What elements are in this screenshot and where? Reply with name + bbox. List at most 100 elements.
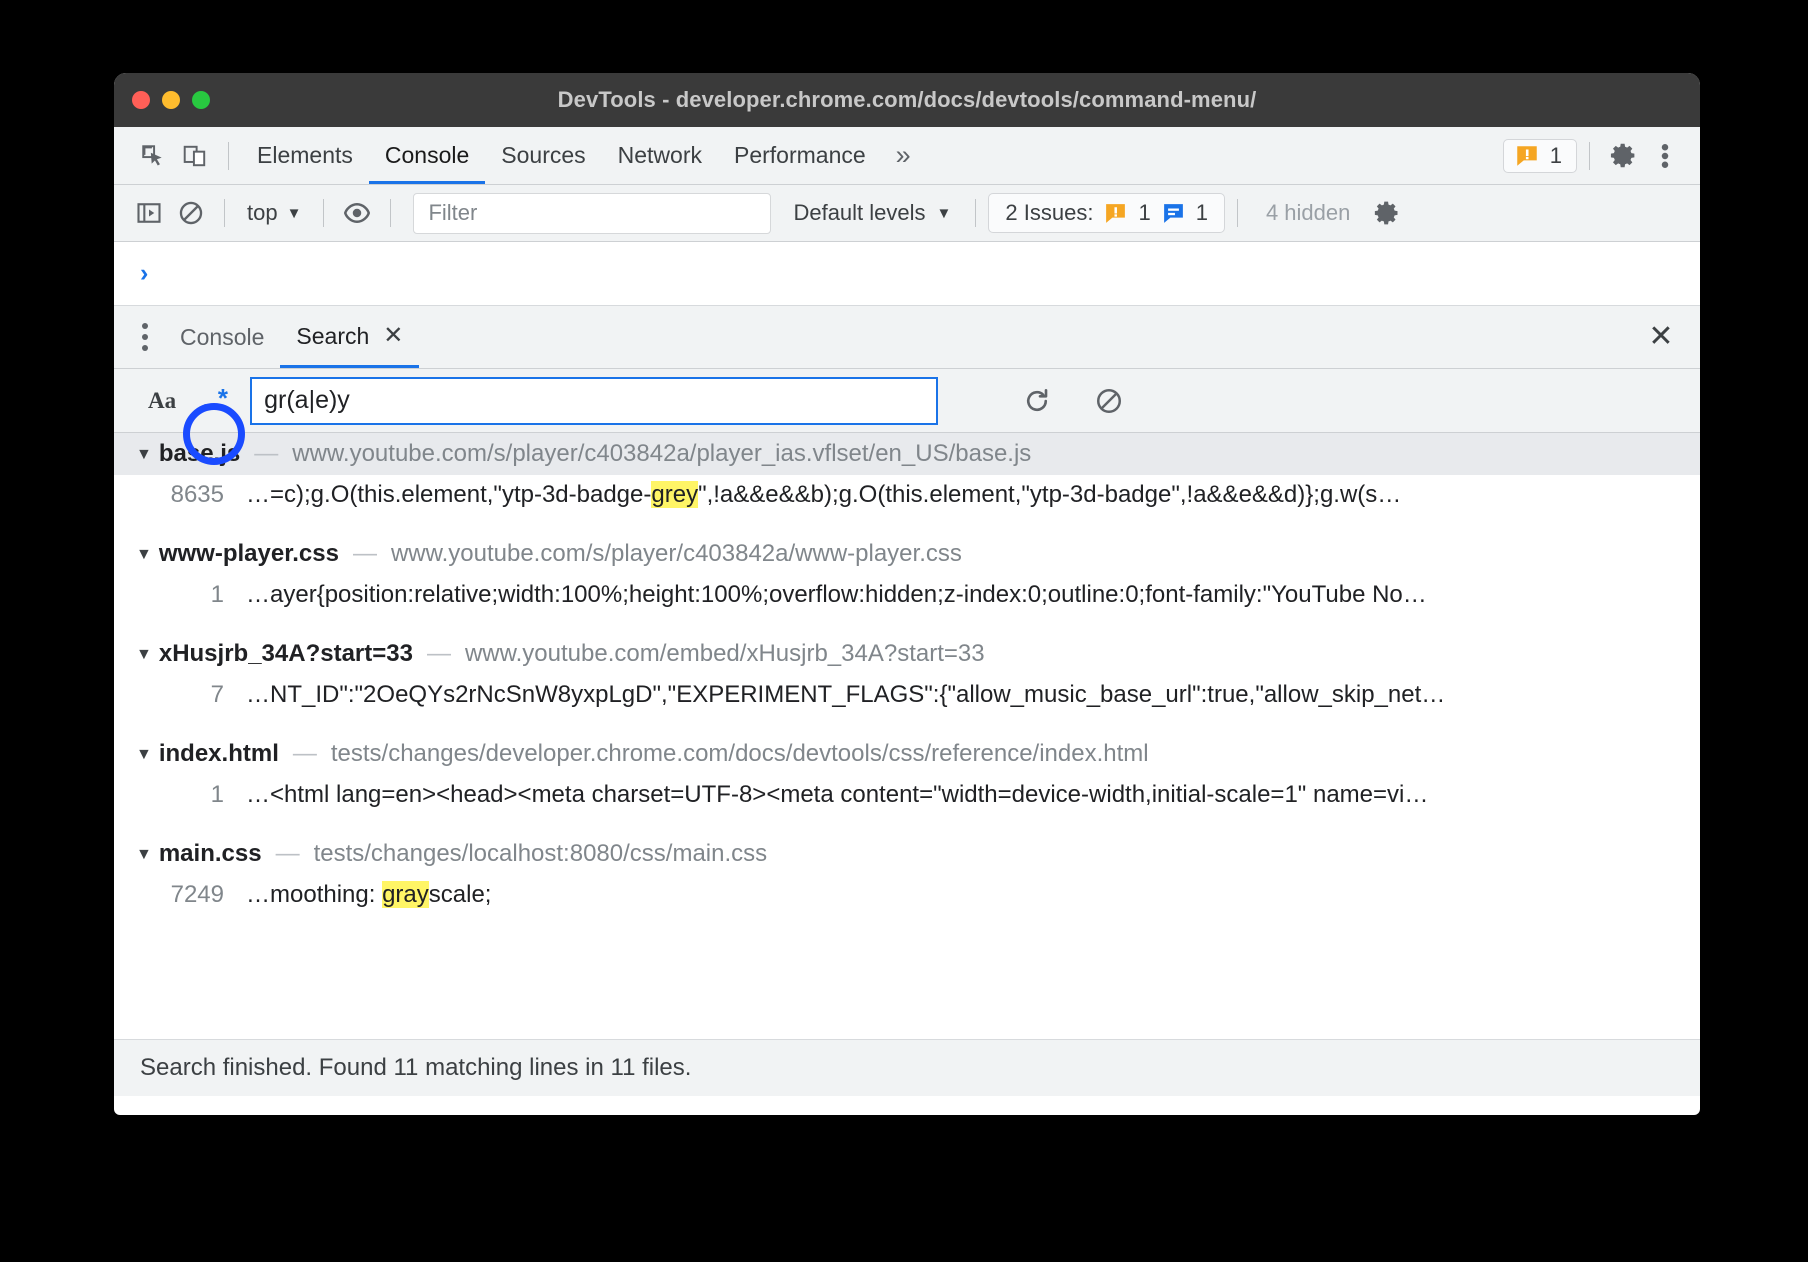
match-snippet: …moothing: grayscale; — [246, 881, 1700, 909]
chevron-down-icon[interactable]: ▼ — [136, 446, 152, 464]
search-result-match[interactable]: 7249 …moothing: grayscale; — [114, 875, 1700, 919]
refresh-icon — [1022, 386, 1052, 416]
log-levels-selector[interactable]: Default levels ▼ — [781, 200, 963, 226]
search-result-group: ▼ base.js — www.youtube.com/s/player/c40… — [114, 433, 1700, 533]
file-name: base.js — [159, 440, 240, 468]
search-result-match[interactable]: 1 …ayer{position:relative;width:100%;hei… — [114, 575, 1700, 619]
maximize-window-button[interactable] — [192, 91, 210, 109]
inspect-element-button[interactable] — [132, 135, 174, 177]
search-result-match[interactable]: 8635 …=c);g.O(this.element,"ytp-3d-badge… — [114, 475, 1700, 519]
chevron-down-icon[interactable]: ▼ — [136, 546, 152, 564]
snippet-prefix: …NT_ID":"2OeQYs2rNcSnW8yxpLgD","EXPERIME… — [246, 681, 1445, 708]
file-name: xHusjrb_34A?start=33 — [159, 640, 413, 668]
gear-icon — [1609, 141, 1638, 170]
close-icon: ✕ — [1648, 322, 1673, 352]
tab-console[interactable]: Console — [369, 127, 485, 184]
search-result-file-header[interactable]: ▼ index.html — tests/changes/developer.c… — [114, 733, 1700, 775]
live-expression-icon — [342, 198, 372, 228]
tab-elements[interactable]: Elements — [241, 127, 369, 184]
snippet-suffix: ",!a&&e&&b);g.O(this.element,"ytp-3d-bad… — [698, 481, 1401, 508]
clear-search-button[interactable] — [1088, 380, 1130, 422]
chevron-down-icon[interactable]: ▼ — [136, 646, 152, 664]
issues-badge-button[interactable]: 1 — [1503, 139, 1577, 173]
more-tabs-icon[interactable]: » — [882, 142, 921, 169]
match-case-button[interactable]: Aa — [134, 388, 190, 414]
more-options-button[interactable] — [1644, 135, 1686, 177]
console-toolbar-divider-2 — [323, 199, 324, 227]
console-filter-input[interactable]: Filter — [413, 193, 771, 234]
snippet-suffix: scale; — [429, 881, 492, 908]
kebab-dot — [142, 323, 148, 329]
file-url: www.youtube.com/embed/xHusjrb_34A?start=… — [465, 640, 985, 668]
console-sidebar-icon — [135, 199, 163, 227]
console-settings-button[interactable] — [1366, 192, 1408, 234]
window-title: DevTools - developer.chrome.com/docs/dev… — [114, 87, 1700, 113]
clear-search-icon — [1094, 386, 1124, 416]
line-number: 7 — [114, 681, 246, 709]
search-results-list[interactable]: ▼ base.js — www.youtube.com/s/player/c40… — [114, 433, 1700, 1039]
close-window-button[interactable] — [132, 91, 150, 109]
search-result-file-header[interactable]: ▼ xHusjrb_34A?start=33 — www.youtube.com… — [114, 633, 1700, 675]
drawer-more-tools-button[interactable] — [136, 323, 164, 351]
issues-summary-label: 2 Issues: — [1005, 200, 1093, 226]
console-toolbar-divider-3 — [390, 199, 391, 227]
search-result-group: ▼ main.css — tests/changes/localhost:808… — [114, 833, 1700, 933]
execution-context-label: top — [247, 200, 278, 226]
file-name: index.html — [159, 740, 279, 768]
chevron-down-icon[interactable]: ▼ — [136, 846, 152, 864]
drawer-tab-console[interactable]: Console — [164, 306, 280, 368]
inspect-element-icon — [140, 143, 166, 169]
console-sidebar-button[interactable] — [128, 192, 170, 234]
file-name: main.css — [159, 840, 262, 868]
line-number: 1 — [114, 581, 246, 609]
tab-performance[interactable]: Performance — [718, 127, 882, 184]
search-result-file-header[interactable]: ▼ main.css — tests/changes/localhost:808… — [114, 833, 1700, 875]
search-query-input[interactable]: gr(a|e)y — [250, 377, 938, 425]
kebab-menu-icon — [1660, 141, 1670, 171]
settings-button[interactable] — [1602, 135, 1644, 177]
window-titlebar: DevTools - developer.chrome.com/docs/dev… — [114, 73, 1700, 127]
search-result-match[interactable]: 1 …<html lang=en><head><meta charset=UTF… — [114, 775, 1700, 819]
device-toolbar-button[interactable] — [174, 135, 216, 177]
devtools-window: DevTools - developer.chrome.com/docs/dev… — [114, 73, 1700, 1115]
console-toolbar-divider-1 — [224, 199, 225, 227]
live-expression-button[interactable] — [336, 192, 378, 234]
tabbar-divider-right — [1589, 142, 1590, 170]
console-prompt-row[interactable]: › — [114, 242, 1700, 306]
snippet-prefix: …moothing: — [246, 881, 382, 908]
search-result-match[interactable]: 7 …NT_ID":"2OeQYs2rNcSnW8yxpLgD","EXPERI… — [114, 675, 1700, 719]
close-drawer-button[interactable]: ✕ — [1640, 316, 1682, 358]
chevron-down-icon: ▼ — [937, 206, 952, 221]
console-toolbar-divider-4 — [975, 199, 976, 227]
snippet-prefix: …=c);g.O(this.element,"ytp-3d-badge- — [246, 481, 651, 508]
tab-sources[interactable]: Sources — [485, 127, 601, 184]
match-snippet: …<html lang=en><head><meta charset=UTF-8… — [246, 781, 1700, 809]
snippet-prefix: …ayer{position:relative;width:100%;heigh… — [246, 581, 1427, 608]
search-status-bar: Search finished. Found 11 matching lines… — [114, 1039, 1700, 1096]
clear-console-button[interactable] — [170, 192, 212, 234]
chevron-down-icon[interactable]: ▼ — [136, 746, 152, 764]
file-url: www.youtube.com/s/player/c403842a/player… — [292, 440, 1031, 468]
search-result-file-header[interactable]: ▼ base.js — www.youtube.com/s/player/c40… — [114, 433, 1700, 475]
issues-summary-button[interactable]: 2 Issues: 1 1 — [988, 193, 1225, 233]
drawer-tab-search[interactable]: Search ✕ — [280, 306, 419, 368]
snippet-prefix: …<html lang=en><head><meta charset=UTF-8… — [246, 781, 1428, 808]
search-result-group: ▼ www-player.css — www.youtube.com/s/pla… — [114, 533, 1700, 633]
screenshot-root: DevTools - developer.chrome.com/docs/dev… — [0, 0, 1808, 1262]
hidden-messages-label[interactable]: 4 hidden — [1250, 200, 1366, 226]
execution-context-selector[interactable]: top ▼ — [237, 200, 311, 226]
use-regex-button[interactable]: .* — [192, 380, 238, 422]
drawer-tab-search-label: Search — [296, 305, 369, 367]
refresh-search-button[interactable] — [1016, 380, 1058, 422]
window-controls — [132, 73, 210, 127]
close-icon[interactable]: ✕ — [383, 324, 403, 348]
drawer-tabbar: Console Search ✕ ✕ — [114, 306, 1700, 369]
separator-dash: — — [339, 540, 391, 568]
console-toolbar: top ▼ Filter Default levels ▼ 2 Issues: — [114, 185, 1700, 242]
match-snippet: …NT_ID":"2OeQYs2rNcSnW8yxpLgD","EXPERIME… — [246, 681, 1700, 709]
search-result-file-header[interactable]: ▼ www-player.css — www.youtube.com/s/pla… — [114, 533, 1700, 575]
separator-dash: — — [240, 440, 292, 468]
devtools-main-tabbar: Elements Console Sources Network Perform… — [114, 127, 1700, 185]
minimize-window-button[interactable] — [162, 91, 180, 109]
tab-network[interactable]: Network — [602, 127, 718, 184]
